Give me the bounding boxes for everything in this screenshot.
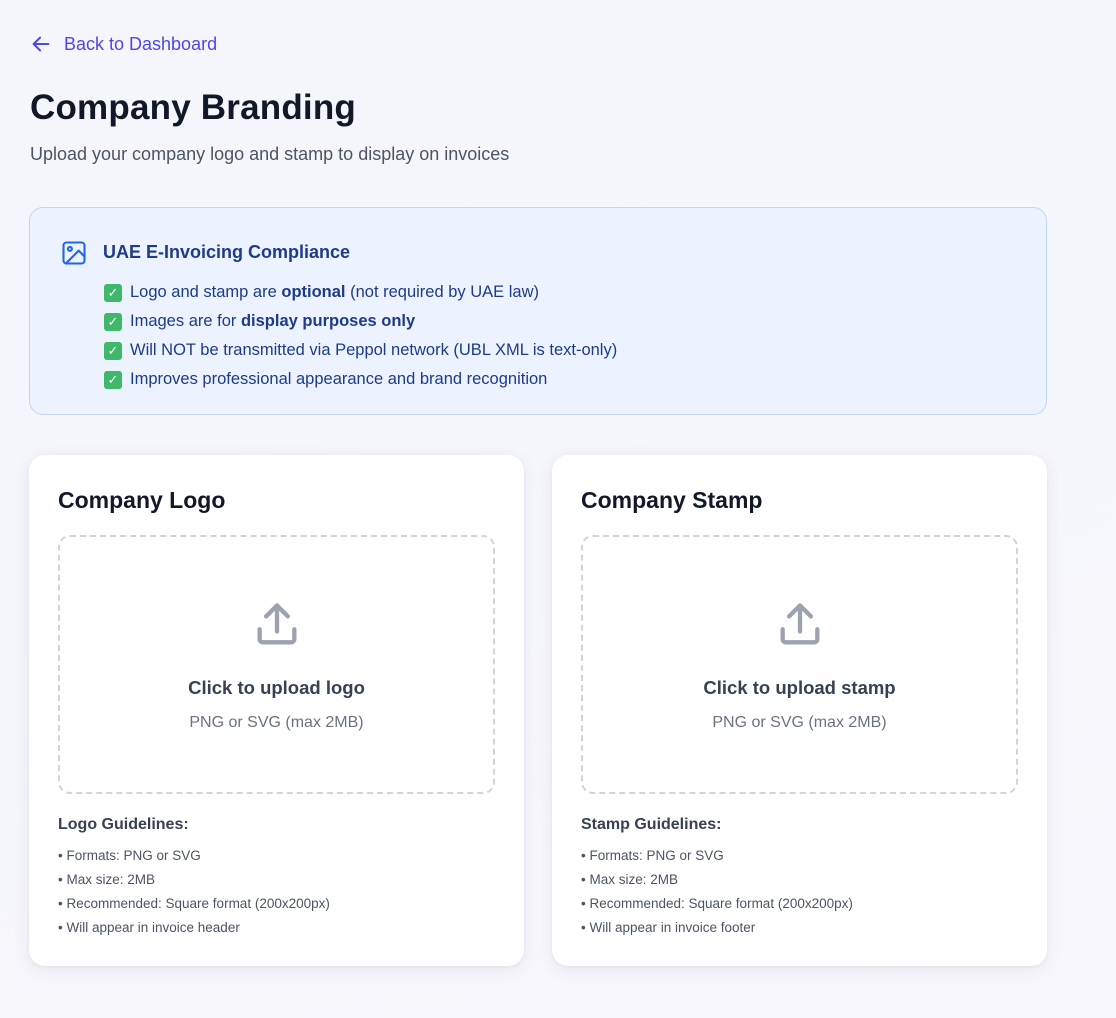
stamp-guidelines-title: Stamp Guidelines:: [581, 816, 722, 833]
logo-card-title: Company Logo: [58, 487, 226, 513]
check-mark-icon: ✓: [104, 312, 122, 331]
list-item: • Recommended: Square format (200x200px): [581, 896, 853, 911]
list-item: • Will appear in invoice footer: [581, 920, 756, 935]
upload-icon: [780, 603, 820, 645]
page-subtitle: Upload your company logo and stamp to di…: [30, 144, 510, 164]
notice-item: ✓ Images are for display purposes only: [104, 307, 617, 336]
notice-list: ✓ Logo and stamp are optional (not requi…: [104, 278, 617, 394]
stamp-upload-dropzone[interactable]: Click to upload stamp PNG or SVG (max 2M…: [581, 535, 1018, 794]
company-stamp-card: Company Stamp Click to upload stamp PNG …: [552, 455, 1047, 966]
compliance-notice: UAE E-Invoicing Compliance ✓ Logo and st…: [29, 207, 1047, 415]
list-item: • Will appear in invoice header: [58, 920, 240, 935]
notice-title: UAE E-Invoicing Compliance: [103, 242, 351, 262]
list-item: • Max size: 2MB: [58, 872, 155, 887]
arrow-left-icon: [32, 36, 50, 52]
list-item: • Formats: PNG or SVG: [58, 848, 201, 863]
notice-item-text: Improves professional appearance and bra…: [130, 370, 548, 388]
list-item: • Max size: 2MB: [581, 872, 678, 887]
check-mark-icon: ✓: [104, 341, 122, 360]
upload-icon: [257, 603, 297, 645]
notice-item-text: Images are for display purposes only: [130, 312, 416, 330]
notice-item: ✓ Improves professional appearance and b…: [104, 365, 617, 394]
notice-item: ✓ Logo and stamp are optional (not requi…: [104, 278, 617, 307]
logo-guidelines-list: • Formats: PNG or SVG • Max size: 2MB • …: [58, 844, 330, 940]
list-item: • Recommended: Square format (200x200px): [58, 896, 330, 911]
page-title: Company Branding: [30, 88, 356, 127]
notice-item-text: Logo and stamp are optional (not require…: [130, 283, 540, 301]
logo-guidelines-title: Logo Guidelines:: [58, 816, 189, 833]
logo-upload-hint: PNG or SVG (max 2MB): [189, 714, 364, 731]
notice-item-text: Will NOT be transmitted via Peppol netwo…: [130, 341, 618, 359]
check-mark-icon: ✓: [104, 370, 122, 389]
check-mark-icon: ✓: [104, 283, 122, 302]
stamp-upload-hint: PNG or SVG (max 2MB): [712, 714, 887, 731]
back-link-label: Back to Dashboard: [64, 33, 218, 54]
company-logo-card: Company Logo Click to upload logo PNG or…: [29, 455, 524, 966]
back-to-dashboard-link[interactable]: Back to Dashboard: [30, 33, 217, 55]
list-item: • Formats: PNG or SVG: [581, 848, 724, 863]
notice-item: ✓ Will NOT be transmitted via Peppol net…: [104, 336, 617, 365]
logo-upload-label: Click to upload logo: [188, 677, 365, 698]
stamp-card-title: Company Stamp: [581, 487, 763, 513]
stamp-upload-label: Click to upload stamp: [703, 677, 896, 698]
image-icon: [62, 241, 86, 265]
logo-upload-dropzone[interactable]: Click to upload logo PNG or SVG (max 2MB…: [58, 535, 495, 794]
stamp-guidelines-list: • Formats: PNG or SVG • Max size: 2MB • …: [581, 844, 853, 940]
